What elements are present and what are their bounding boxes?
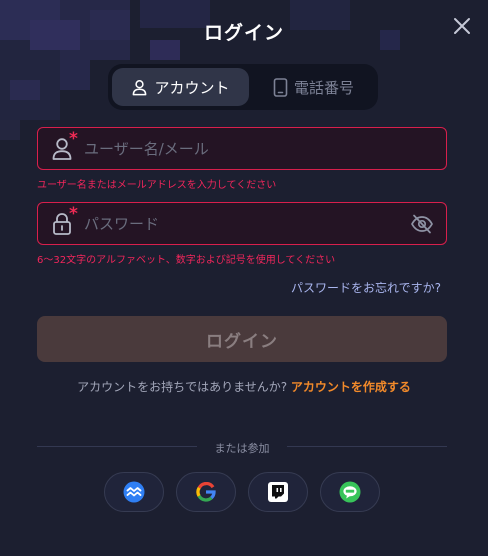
google-icon — [196, 482, 216, 502]
login-button[interactable]: ログイン — [37, 316, 447, 362]
password-input[interactable] — [84, 203, 404, 244]
signup-prompt: アカウントをお持ちではありませんか? アカウントを作成する — [0, 378, 488, 395]
signup-prompt-text: アカウントをお持ちではありませんか? — [77, 380, 288, 394]
dialog-title: ログイン — [203, 22, 284, 44]
login-method-tabs: アカウント 電話番号 — [108, 64, 378, 110]
tab-phone-label: 電話番号 — [293, 78, 354, 97]
eye-off-icon[interactable] — [410, 213, 434, 235]
line-icon — [339, 481, 361, 503]
create-account-link[interactable]: アカウントを作成する — [291, 380, 411, 394]
username-error: ユーザー名またはメールアドレスを入力してください — [37, 180, 277, 191]
twitch-icon — [268, 482, 288, 502]
person-icon — [133, 79, 147, 95]
metamask-icon — [123, 481, 145, 503]
close-icon — [454, 18, 470, 34]
username-input[interactable] — [84, 128, 404, 169]
password-error: 6～32文字のアルファベット、数字および記号を使用してください — [37, 255, 336, 266]
password-field: * — [37, 202, 447, 245]
close-button[interactable] — [450, 14, 474, 38]
forgot-password-link[interactable]: パスワードをお忘れですか? — [291, 279, 441, 296]
required-mark: * — [69, 129, 78, 149]
divider-label: または参加 — [214, 442, 270, 455]
tab-account[interactable]: アカウント — [112, 68, 249, 106]
phone-icon — [273, 77, 288, 97]
twitch-login-button[interactable] — [248, 472, 308, 512]
metamask-login-button[interactable] — [104, 472, 164, 512]
tab-phone[interactable]: 電話番号 — [253, 68, 374, 106]
line-login-button[interactable] — [320, 472, 380, 512]
social-divider: または参加 — [37, 440, 447, 455]
tab-account-label: アカウント — [154, 78, 230, 97]
username-field: * — [37, 127, 447, 170]
login-dialog: ログイン アカウント 電話番号 * ユーザー名またはメールアド — [0, 0, 488, 556]
google-login-button[interactable] — [176, 472, 236, 512]
required-mark: * — [69, 204, 78, 224]
